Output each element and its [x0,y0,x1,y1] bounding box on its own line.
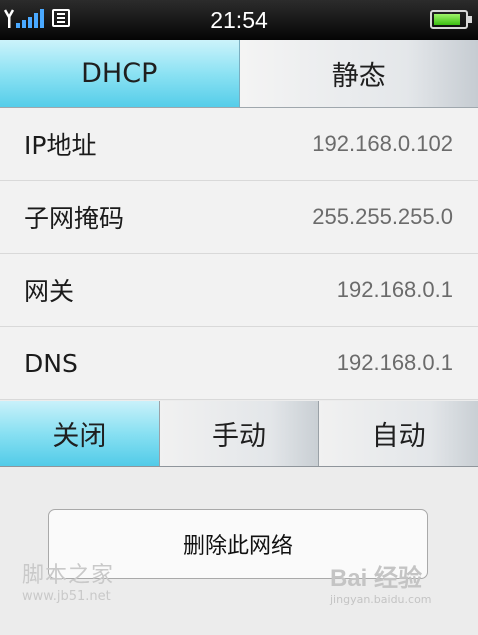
segment-manual[interactable]: 手动 [159,401,320,466]
gateway-row[interactable]: 网关 192.168.0.1 [0,254,478,327]
subnet-mask-value: 255.255.255.0 [312,204,453,229]
proxy-mode-segments: 关闭 手动 自动 [0,401,478,467]
segment-off[interactable]: 关闭 [0,401,160,466]
dns-value: 192.168.0.1 [336,350,453,375]
ip-mode-tabs: DHCP 静态 [0,40,478,108]
watermark-baidu-url: jingyan.baidu.com [330,593,432,606]
watermark-jb51-title: 脚本之家 [22,563,115,588]
ip-settings-list: IP地址 192.168.0.102 子网掩码 255.255.255.0 网关… [0,108,478,400]
subnet-mask-row[interactable]: 子网掩码 255.255.255.0 [0,181,478,254]
watermark-jb51-url: www.jb51.net [22,589,111,604]
watermark-baidu-title: Bai 经验 [330,565,423,592]
wifi-settings-screen: 21:54 DHCP 静态 IP地址 192.168.0.102 子网掩码 25… [0,0,478,635]
watermark-jb51: 脚本之家 www.jb51.net [22,563,114,605]
ip-address-row[interactable]: IP地址 192.168.0.102 [0,108,478,181]
gateway-value: 192.168.0.1 [336,277,453,302]
dns-label: DNS [24,348,78,378]
battery-icon [430,10,472,29]
ip-address-label: IP地址 [24,131,97,160]
gateway-label: 网关 [24,277,75,306]
status-time: 21:54 [210,7,268,33]
subnet-mask-label: 子网掩码 [24,204,125,233]
tab-dhcp[interactable]: DHCP [0,40,240,108]
battery-level [434,14,460,25]
dns-row[interactable]: DNS 192.168.0.1 [0,327,478,400]
segment-auto[interactable]: 自动 [319,401,478,466]
watermark-baidu: Bai 经验 jingyan.baidu.com [330,565,432,607]
ip-address-value: 192.168.0.102 [312,131,453,156]
tab-static[interactable]: 静态 [239,40,478,108]
status-bar: 21:54 [0,0,478,40]
